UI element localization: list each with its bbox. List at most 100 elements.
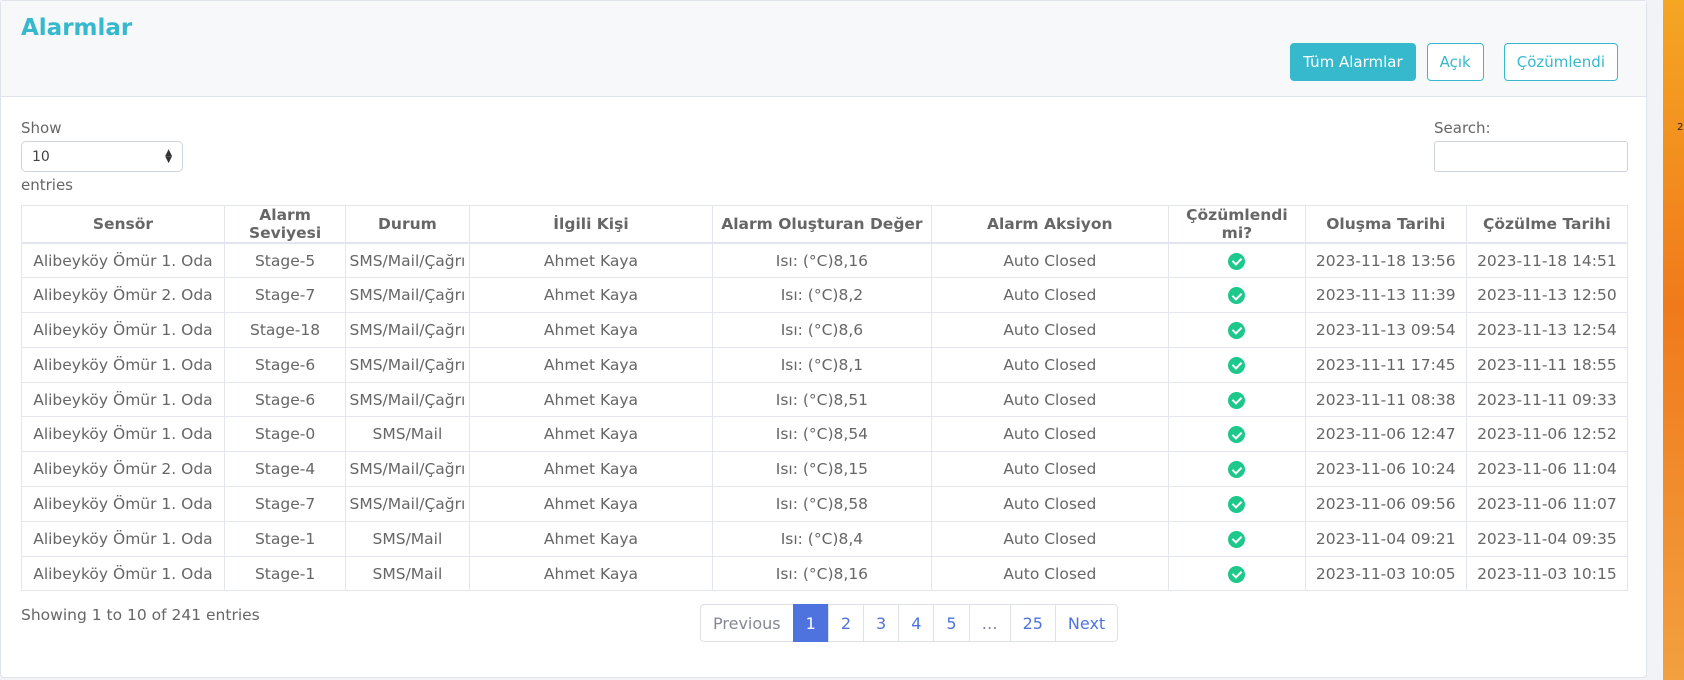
page-title: Alarmlar <box>21 15 133 41</box>
check-circle-icon <box>1228 565 1246 583</box>
sensor-cell: Alibeyköy Ömür 1. Oda <box>21 312 225 348</box>
pagination: Previous 1 2 3 4 5 … 25 Next <box>700 604 1119 642</box>
related-person-cell: Ahmet Kaya <box>468 312 714 348</box>
resolved-cell <box>1168 555 1306 592</box>
alarm-action-cell: Auto Closed <box>930 416 1170 453</box>
check-circle-icon <box>1228 530 1246 548</box>
entries-label: entries <box>21 176 73 194</box>
created-at-cell: 2023-11-13 09:54 <box>1304 312 1467 348</box>
pagination-ellipsis: … <box>968 604 1011 642</box>
status-cell: SMS/Mail/Çağrı <box>345 346 470 383</box>
check-circle-icon <box>1228 252 1246 270</box>
alarm-level-cell: Stage-7 <box>223 277 347 314</box>
related-person-cell: Ahmet Kaya <box>468 416 714 453</box>
related-person-cell: Ahmet Kaya <box>468 277 714 314</box>
resolved-cell <box>1168 451 1306 488</box>
resolved-at-cell: 2023-11-04 09:35 <box>1465 520 1629 557</box>
alarm-level-cell: Stage-1 <box>223 555 347 592</box>
alarm-level-cell: Stage-6 <box>223 346 347 383</box>
table-row: Alibeyköy Ömür 1. Oda Stage-1 SMS/Mail Ahme… <box>21 555 1629 592</box>
sensor-cell: Alibeyköy Ömür 1. Oda <box>21 381 225 418</box>
previous-page-button[interactable]: Previous <box>700 604 794 642</box>
alarm-action-cell: Auto Closed <box>930 312 1170 348</box>
alarm-level-cell: Stage-0 <box>223 416 347 453</box>
related-person-cell: Ahmet Kaya <box>468 381 714 418</box>
search-control: Search: <box>1434 119 1628 172</box>
created-at-cell: 2023-11-06 12:47 <box>1304 416 1467 453</box>
alarm-value-cell: Isı: (°C)8,2 <box>712 277 932 314</box>
page-5-button[interactable]: 5 <box>933 604 970 642</box>
resolved-at-cell: 2023-11-11 18:55 <box>1465 346 1629 383</box>
column-header-alarm-value[interactable]: Alarm Oluşturan Değer <box>712 205 932 244</box>
table-row: Alibeyköy Ömür 1. Oda Stage-6 SMS/Mail/Çağ… <box>21 381 1629 418</box>
alarm-value-cell: Isı: (°C)8,16 <box>712 555 932 592</box>
created-at-cell: 2023-11-13 11:39 <box>1304 277 1467 314</box>
resolved-at-cell: 2023-11-11 09:33 <box>1465 381 1629 418</box>
resolved-at-cell: 2023-11-03 10:15 <box>1465 555 1629 592</box>
alarm-level-cell: Stage-4 <box>223 451 347 488</box>
page-length-select[interactable]: 10 ▲ ▼ <box>21 141 183 172</box>
created-at-cell: 2023-11-03 10:05 <box>1304 555 1467 592</box>
search-input[interactable] <box>1434 141 1628 172</box>
background-edge <box>1663 0 1684 680</box>
related-person-cell: Ahmet Kaya <box>468 242 714 279</box>
alarm-action-cell: Auto Closed <box>930 520 1170 557</box>
resolved-at-cell: 2023-11-13 12:50 <box>1465 277 1629 314</box>
resolved-at-cell: 2023-11-06 11:04 <box>1465 451 1629 488</box>
page-1-button[interactable]: 1 <box>792 604 829 642</box>
sensor-cell: Alibeyköy Ömür 1. Oda <box>21 346 225 383</box>
created-at-cell: 2023-11-11 08:38 <box>1304 381 1467 418</box>
alarms-card: Alarmlar Tüm Alarmlar Açık Çözümlendi Sh… <box>0 0 1647 678</box>
edge-text: 2 <box>1677 122 1684 133</box>
sensor-cell: Alibeyköy Ömür 2. Oda <box>21 277 225 314</box>
resolved-at-cell: 2023-11-06 11:07 <box>1465 486 1629 522</box>
alarm-action-cell: Auto Closed <box>930 381 1170 418</box>
column-header-status[interactable]: Durum <box>345 205 470 244</box>
created-at-cell: 2023-11-06 10:24 <box>1304 451 1467 488</box>
column-header-resolved-at[interactable]: Çözülme Tarihi <box>1465 205 1629 244</box>
table-row: Alibeyköy Ömür 1. Oda Stage-7 SMS/Mail/Çağ… <box>21 486 1629 522</box>
column-header-alarm-level[interactable]: Alarm Seviyesi <box>223 205 347 244</box>
alarm-level-cell: Stage-18 <box>223 312 347 348</box>
related-person-cell: Ahmet Kaya <box>468 346 714 383</box>
column-header-alarm-action[interactable]: Alarm Aksiyon <box>930 205 1170 244</box>
alarm-value-cell: Isı: (°C)8,4 <box>712 520 932 557</box>
related-person-cell: Ahmet Kaya <box>468 520 714 557</box>
next-page-button[interactable]: Next <box>1054 604 1119 642</box>
page-2-button[interactable]: 2 <box>827 604 864 642</box>
status-cell: SMS/Mail/Çağrı <box>345 312 470 348</box>
select-arrows-icon: ▲ ▼ <box>165 147 172 165</box>
page-4-button[interactable]: 4 <box>898 604 935 642</box>
table-row: Alibeyköy Ömür 1. Oda Stage-6 SMS/Mail/Çağ… <box>21 346 1629 383</box>
show-label: Show <box>21 119 62 137</box>
related-person-cell: Ahmet Kaya <box>468 555 714 592</box>
page-length-control: Show 10 ▲ ▼ entries <box>21 119 183 194</box>
all-alarms-button[interactable]: Tüm Alarmlar <box>1289 43 1416 81</box>
alarm-action-cell: Auto Closed <box>930 451 1170 488</box>
alarm-action-cell: Auto Closed <box>930 555 1170 592</box>
column-header-related-person[interactable]: İlgili Kişi <box>468 205 714 244</box>
created-at-cell: 2023-11-04 09:21 <box>1304 520 1467 557</box>
table-info: Showing 1 to 10 of 241 entries <box>21 606 260 624</box>
check-circle-icon <box>1228 391 1246 409</box>
resolved-cell <box>1168 242 1306 279</box>
alarm-action-cell: Auto Closed <box>930 346 1170 383</box>
page-25-button[interactable]: 25 <box>1009 604 1056 642</box>
page-3-button[interactable]: 3 <box>863 604 900 642</box>
status-cell: SMS/Mail/Çağrı <box>345 486 470 522</box>
resolved-cell <box>1168 381 1306 418</box>
alarm-action-cell: Auto Closed <box>930 277 1170 314</box>
column-header-resolved[interactable]: Çözümlendi mi? <box>1168 205 1306 244</box>
column-header-sensor[interactable]: Sensör <box>21 205 225 244</box>
alarm-value-cell: Isı: (°C)8,6 <box>712 312 932 348</box>
resolved-cell <box>1168 312 1306 348</box>
alarm-value-cell: Isı: (°C)8,1 <box>712 346 932 383</box>
alarm-level-cell: Stage-1 <box>223 520 347 557</box>
created-at-cell: 2023-11-18 13:56 <box>1304 242 1467 279</box>
filter-button-group: Tüm Alarmlar Açık Çözümlendi <box>1289 43 1618 81</box>
resolved-alarms-button[interactable]: Çözümlendi <box>1503 43 1618 81</box>
table-header-row: Sensör Alarm Seviyesi Durum İlgili Kişi … <box>21 205 1629 244</box>
status-cell: SMS/Mail/Çağrı <box>345 277 470 314</box>
open-alarms-button[interactable]: Açık <box>1426 43 1484 81</box>
column-header-created-at[interactable]: Oluşma Tarihi <box>1304 205 1467 244</box>
